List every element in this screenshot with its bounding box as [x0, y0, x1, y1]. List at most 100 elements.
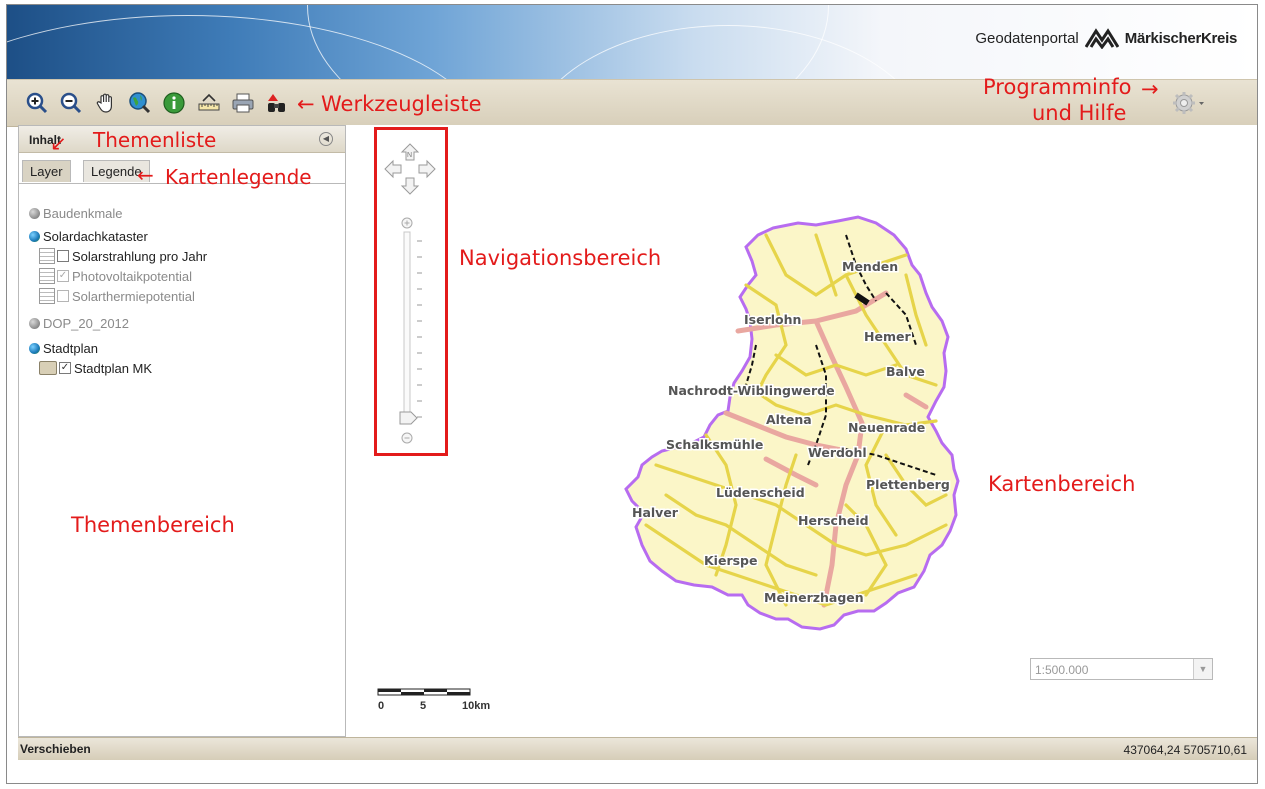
layer-icon — [39, 268, 55, 284]
scale-bar-label: 0 — [378, 700, 384, 712]
scale-bar-label: 5 — [420, 700, 426, 712]
chevron-down-icon[interactable]: ▼ — [1193, 659, 1212, 679]
layer-visibility-icon[interactable] — [29, 230, 40, 242]
map-place-label: Plettenberg — [866, 477, 950, 492]
folder-icon — [39, 361, 57, 375]
map-place-label: Kierspe — [704, 553, 757, 568]
district-name: MärkischerKreis — [1124, 29, 1238, 47]
map-place-label: Schalksmühle — [666, 437, 763, 452]
zoom-out-button[interactable] — [59, 91, 83, 115]
layer-label: Stadtplan MK — [74, 360, 153, 376]
annotation-help-line2: und Hilfe — [1032, 101, 1127, 125]
zoom-slider-track[interactable] — [403, 231, 411, 423]
application-window: Geodatenportal MärkischerKreis ← Werkzeu… — [6, 4, 1258, 784]
collapse-panel-button[interactable]: ◀ — [319, 132, 333, 146]
scale-select[interactable]: 1:500.000 ▼ — [1030, 658, 1213, 680]
layer-item[interactable]: Solarstrahlung pro Jahr — [39, 247, 207, 265]
layer-group-dop[interactable]: DOP_20_2012 — [29, 314, 129, 332]
layer-checkbox[interactable]: ✓ — [57, 270, 69, 282]
layer-group-label: Baudenkmale — [43, 205, 123, 221]
layer-label: Solarthermiepotential — [72, 288, 195, 304]
layer-item[interactable]: ✓ Stadtplan MK — [39, 359, 152, 377]
map-place-label: Werdohl — [808, 445, 867, 460]
layer-group-label: Stadtplan — [43, 340, 98, 356]
layer-item[interactable]: Solarthermiepotential — [39, 287, 195, 305]
coordinate-readout: 437064,24 5705710,61 — [1123, 743, 1247, 757]
layer-group-label: DOP_20_2012 — [43, 315, 130, 331]
print-button[interactable] — [231, 91, 255, 115]
annotation-arrow: ← — [137, 163, 154, 187]
maerkischer-kreis-logo-icon — [1084, 28, 1119, 49]
map-place-label: Lüdenscheid — [716, 485, 805, 500]
scale-bar-label: 10km — [462, 700, 490, 712]
annotation-arrow: → — [1141, 77, 1159, 101]
north-label: N — [407, 152, 412, 159]
annotation-arrow: ← — [297, 92, 315, 116]
layer-visibility-icon[interactable] — [29, 207, 40, 219]
settings-menu-button[interactable] — [1172, 91, 1206, 115]
annotation-legend: Kartenlegende — [165, 165, 312, 189]
pan-east-button[interactable] — [418, 159, 436, 179]
portal-header: Geodatenportal MärkischerKreis — [7, 5, 1257, 79]
annotation-theme-list: Themenliste — [93, 128, 217, 152]
annotation-theme-area: Themenbereich — [71, 513, 235, 537]
layer-visibility-icon[interactable] — [29, 342, 40, 354]
map-place-label: Nachrodt-Wiblingwerde — [668, 383, 835, 398]
map-place-label: Halver — [632, 505, 679, 520]
hand-icon — [96, 93, 112, 113]
layer-group-solardachkataster[interactable]: Solardachkataster — [29, 227, 148, 245]
measure-button[interactable] — [197, 91, 221, 115]
zoom-in-button[interactable] — [25, 91, 49, 115]
layer-icon — [39, 248, 55, 264]
pan-south-button[interactable] — [400, 177, 420, 195]
annotation-navigation: Navigationsbereich — [459, 246, 662, 270]
layer-checkbox[interactable] — [57, 290, 69, 302]
binoculars-icon — [268, 94, 285, 112]
pan-button[interactable] — [94, 91, 118, 115]
info-button[interactable] — [162, 91, 186, 115]
map-place-label: Iserlohn — [744, 312, 801, 327]
layer-label: Photovoltaikpotential — [72, 268, 192, 284]
map-place-label: Hemer — [864, 329, 911, 344]
printer-icon — [232, 93, 254, 113]
zoom-in-icon — [26, 92, 48, 114]
scale-bar: 0 5 10km — [377, 688, 490, 712]
layer-label: Solarstrahlung pro Jahr — [72, 248, 208, 264]
annotation-help-line1: Programminfo — [983, 75, 1132, 99]
toolbar: ← Werkzeugleiste Programminfo → und Hilf… — [7, 75, 1257, 127]
layer-icon — [39, 288, 55, 304]
content-panel: Inhalt ◀ Layer Legende Baudenkmale Solar… — [18, 125, 346, 737]
zoom-slider-handle[interactable] — [399, 411, 418, 425]
scale-select-value: 1:500.000 — [1035, 663, 1089, 677]
navigation-area-highlight: N — [374, 127, 448, 456]
globe-magnifier-icon — [129, 92, 151, 114]
search-button[interactable] — [265, 91, 289, 115]
gear-icon — [1173, 92, 1204, 114]
map-place-label: Altena — [766, 412, 812, 427]
layer-group-baudenkmale[interactable]: Baudenkmale — [29, 204, 123, 222]
measure-icon — [198, 93, 220, 111]
zoom-slider-ticks — [417, 240, 422, 418]
full-extent-button[interactable] — [128, 91, 152, 115]
navigation-controls: N — [384, 143, 436, 444]
portal-title: Geodatenportal — [975, 29, 1079, 47]
layer-visibility-icon[interactable] — [29, 317, 40, 329]
layer-checkbox[interactable] — [57, 250, 69, 262]
map-place-label: Herscheid — [798, 513, 869, 528]
status-mode: Verschieben — [20, 742, 91, 756]
map-place-label: Balve — [886, 364, 925, 379]
layer-group-stadtplan[interactable]: Stadtplan — [29, 339, 98, 357]
tab-layer[interactable]: Layer — [22, 160, 71, 182]
portal-brand: Geodatenportal MärkischerKreis — [975, 27, 1237, 49]
zoom-out-icon — [60, 92, 82, 114]
district-map: Menden Iserlohn Hemer Balve Nachrodt-Wib… — [377, 215, 960, 712]
annotation-arrow: ↙ — [50, 131, 67, 155]
map-canvas[interactable]: Menden Iserlohn Hemer Balve Nachrodt-Wib… — [346, 125, 1257, 737]
map-place-label: Neuenrade — [848, 420, 925, 435]
layer-item[interactable]: ✓ Photovoltaikpotential — [39, 267, 192, 285]
map-place-label: Menden — [842, 259, 898, 274]
pan-west-button[interactable] — [384, 159, 402, 179]
layer-checkbox[interactable]: ✓ — [59, 362, 71, 374]
map-place-label: Meinerzhagen — [764, 590, 864, 605]
annotation-toolbar: Werkzeugleiste — [321, 92, 482, 116]
